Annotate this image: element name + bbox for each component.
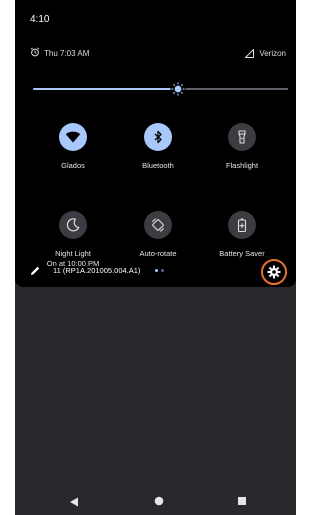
settings-button[interactable] [261,259,287,285]
signal-strength-icon [244,48,254,60]
brightness-thumb-icon[interactable] [170,81,186,102]
brightness-track [183,88,288,90]
bluetooth-icon [154,130,162,144]
tile-battery-saver-button[interactable] [228,211,256,239]
battery-saver-icon [237,218,247,233]
wifi-icon [65,131,81,143]
status-bar-time: 4:10 [30,14,50,25]
tile-wifi-label: Glados [61,161,85,170]
next-alarm-text[interactable]: Thu 7:03 AM [44,49,89,58]
tile-flashlight-label: Flashlight [225,161,259,170]
quick-settings-footer: 11 (RP1A.201005.004.A1) [29,259,290,285]
tile-battery-saver-label: Battery Saver [219,249,265,258]
tile-flashlight-button[interactable] [228,123,256,151]
tile-bluetooth-label: Bluetooth [142,161,174,170]
tile-battery-saver[interactable]: Battery Saver [207,211,277,259]
info-line: Thu 7:03 AM Verizon [30,47,288,61]
brightness-slider[interactable] [33,81,288,97]
tile-bluetooth[interactable]: Bluetooth [123,123,193,171]
navigation-bar [15,488,296,508]
carrier-name: Verizon [259,49,286,58]
page-indicator-dot-active [155,269,158,272]
edit-pencil-icon[interactable] [29,264,41,282]
night-light-icon [66,218,80,232]
tile-auto-rotate[interactable]: Auto-rotate [123,211,193,259]
tile-night-light-button[interactable] [59,211,87,239]
phone-screen: 4:10 Thu 7:03 AM Verizon Glados Bluetoot… [15,0,296,515]
tile-night-light-label: Night Light [55,249,91,258]
tile-wifi[interactable]: Glados [38,123,108,171]
tile-auto-rotate-label: Auto-rotate [139,249,177,258]
recents-square-icon [238,497,246,505]
tile-auto-rotate-button[interactable] [144,211,172,239]
recents-button[interactable] [237,493,247,511]
home-circle-icon [154,496,164,506]
quick-settings-panel: 4:10 Thu 7:03 AM Verizon Glados Bluetoot… [15,0,296,287]
build-number-text[interactable]: 11 (RP1A.201005.004.A1) [53,266,140,275]
alarm-clock-icon [30,47,40,59]
page-indicator-dot [161,269,164,272]
tile-flashlight[interactable]: Flashlight [207,123,277,171]
gear-icon [267,265,281,279]
back-button[interactable] [69,494,79,512]
tile-wifi-button[interactable] [59,123,87,151]
brightness-track-fill [33,88,179,90]
auto-rotate-icon [152,218,164,232]
home-button[interactable] [154,493,164,511]
flashlight-icon [238,130,246,144]
back-triangle-icon [70,497,78,507]
tile-bluetooth-button[interactable] [144,123,172,151]
